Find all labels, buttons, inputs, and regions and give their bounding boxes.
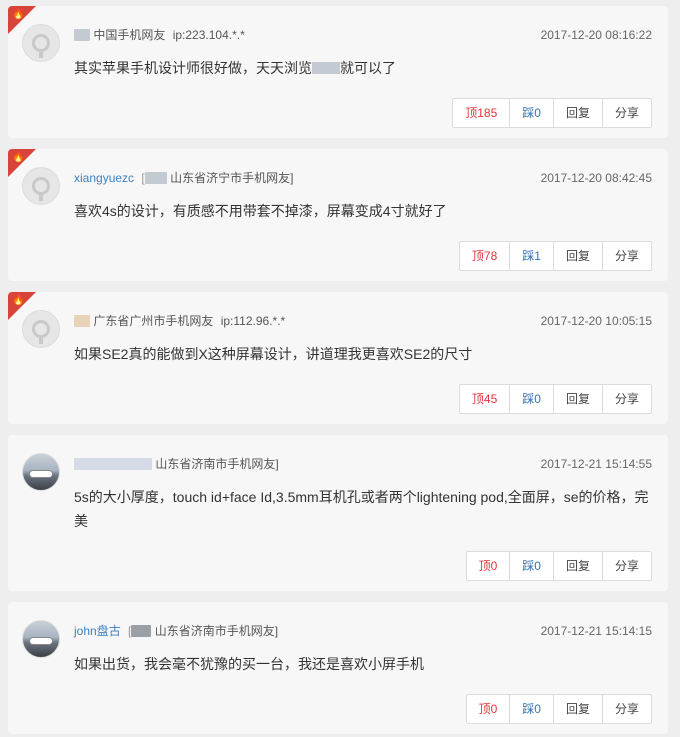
user-ip: ip:112.96.*.* xyxy=(220,314,286,328)
comment-meta: 山东省济南市手机网友] 2017-12-21 15:14:55 xyxy=(74,455,652,473)
comment-text: 喜欢4s的设计，有质感不用带套不掉漆，屏幕变成4寸就好了 xyxy=(74,203,447,219)
comment-text: 如果出货，我会毫不犹豫的买一台，我还是喜欢小屏手机 xyxy=(74,656,424,672)
avatar[interactable] xyxy=(22,24,60,62)
share-button[interactable]: 分享 xyxy=(601,552,651,580)
airplane-icon xyxy=(30,638,52,644)
comment-card: 🔥 广东省广州市手机网友 ip:112.96.*.* 2017-12-20 10… xyxy=(8,292,668,424)
user-location: 广东省广州市手机网友 xyxy=(93,314,214,328)
comment-actions: 顶78 踩1 回复 分享 xyxy=(458,241,652,271)
share-button[interactable]: 分享 xyxy=(601,99,651,127)
flame-icon: 🔥 xyxy=(12,9,25,20)
comment-meta: 中国手机网友 ip:223.104.*.* 2017-12-20 08:16:2… xyxy=(74,26,652,44)
comment-time: 2017-12-20 08:16:22 xyxy=(540,28,652,42)
upvote-button[interactable]: 顶0 xyxy=(467,552,510,580)
user-location: 山东省济宁市手机网友] xyxy=(170,171,294,185)
reply-button[interactable]: 回复 xyxy=(552,695,602,723)
downvote-button[interactable]: 踩0 xyxy=(509,552,553,580)
comment-card: 🔥 中国手机网友 ip:223.104.*.* 2017-12-20 08:16… xyxy=(8,6,668,138)
upvote-button[interactable]: 顶185 xyxy=(453,99,509,127)
upvote-button[interactable]: 顶0 xyxy=(467,695,510,723)
comment-meta: xiangyuezc [ 山东省济宁市手机网友] 2017-12-20 08:4… xyxy=(74,171,652,185)
upvote-button[interactable]: 顶78 xyxy=(460,242,509,270)
airplane-icon xyxy=(30,471,52,477)
comment-actions: 顶0 踩0 回复 分享 xyxy=(465,551,652,581)
comment-card: 🔥 xiangyuezc [ 山东省济宁市手机网友] 2017-12-20 08… xyxy=(8,149,668,281)
avatar[interactable] xyxy=(22,310,60,348)
downvote-button[interactable]: 踩0 xyxy=(509,99,553,127)
share-button[interactable]: 分享 xyxy=(601,385,651,413)
username-link[interactable]: john盘古 xyxy=(74,624,121,638)
share-button[interactable]: 分享 xyxy=(601,695,651,723)
user-location: 中国手机网友 xyxy=(93,28,166,42)
blurred-avatar-mark xyxy=(74,29,90,41)
comment-time: 2017-12-20 08:42:45 xyxy=(540,171,652,185)
blurred-text xyxy=(312,62,340,74)
flame-icon: 🔥 xyxy=(12,152,25,163)
comment-time: 2017-12-20 10:05:15 xyxy=(540,314,652,328)
reply-button[interactable]: 回复 xyxy=(552,552,602,580)
avatar[interactable] xyxy=(22,620,60,658)
share-button[interactable]: 分享 xyxy=(601,242,651,270)
reply-button[interactable]: 回复 xyxy=(552,242,602,270)
blurred-ip-mark xyxy=(131,625,152,637)
comment-time: 2017-12-21 15:14:55 xyxy=(540,457,652,471)
reply-button[interactable]: 回复 xyxy=(552,99,602,127)
comment-text: 5s的大小厚度，touch id+face Id,3.5mm耳机孔或者两个lig… xyxy=(74,489,649,529)
comment-card: john盘古 [ 山东省济南市手机网友] 2017-12-21 15:14:15… xyxy=(8,602,668,734)
user-ip: ip:223.104.*.* xyxy=(172,28,245,42)
comment-text-tail: 就可以了 xyxy=(340,60,396,76)
comment-meta: john盘古 [ 山东省济南市手机网友] 2017-12-21 15:14:15 xyxy=(74,624,652,638)
blurred-username xyxy=(74,458,152,470)
comment-meta: 广东省广州市手机网友 ip:112.96.*.* 2017-12-20 10:0… xyxy=(74,312,652,330)
default-avatar-icon xyxy=(32,177,50,201)
avatar[interactable] xyxy=(22,453,60,491)
reply-button[interactable]: 回复 xyxy=(552,385,602,413)
comment-actions: 顶0 踩0 回复 分享 xyxy=(465,694,652,724)
comment-actions: 顶45 踩0 回复 分享 xyxy=(458,384,652,414)
downvote-button[interactable]: 踩1 xyxy=(509,242,553,270)
comment-text-main: 其实苹果手机设计师很好做，天天浏览 xyxy=(74,60,312,76)
default-avatar-icon xyxy=(32,34,50,58)
avatar[interactable] xyxy=(22,167,60,205)
username-link[interactable]: xiangyuezc xyxy=(74,171,134,185)
blurred-ip-mark xyxy=(144,172,167,184)
downvote-button[interactable]: 踩0 xyxy=(509,385,553,413)
comment-card: 山东省济南市手机网友] 2017-12-21 15:14:55 5s的大小厚度，… xyxy=(8,435,668,591)
default-avatar-icon xyxy=(32,320,50,344)
user-location: 山东省济南市手机网友] xyxy=(155,457,279,471)
blurred-avatar-mark xyxy=(74,315,90,327)
user-location: 山东省济南市手机网友] xyxy=(154,624,279,638)
comment-text: 其实苹果手机设计师很好做，天天浏览 就可以了 xyxy=(74,56,648,80)
flame-icon: 🔥 xyxy=(12,295,25,306)
upvote-button[interactable]: 顶45 xyxy=(460,385,509,413)
comment-text: 如果SE2真的能做到X这种屏幕设计，讲道理我更喜欢SE2的尺寸 xyxy=(74,346,473,362)
downvote-button[interactable]: 踩0 xyxy=(509,695,553,723)
comment-actions: 顶185 踩0 回复 分享 xyxy=(452,98,652,128)
comment-time: 2017-12-21 15:14:15 xyxy=(540,624,652,638)
